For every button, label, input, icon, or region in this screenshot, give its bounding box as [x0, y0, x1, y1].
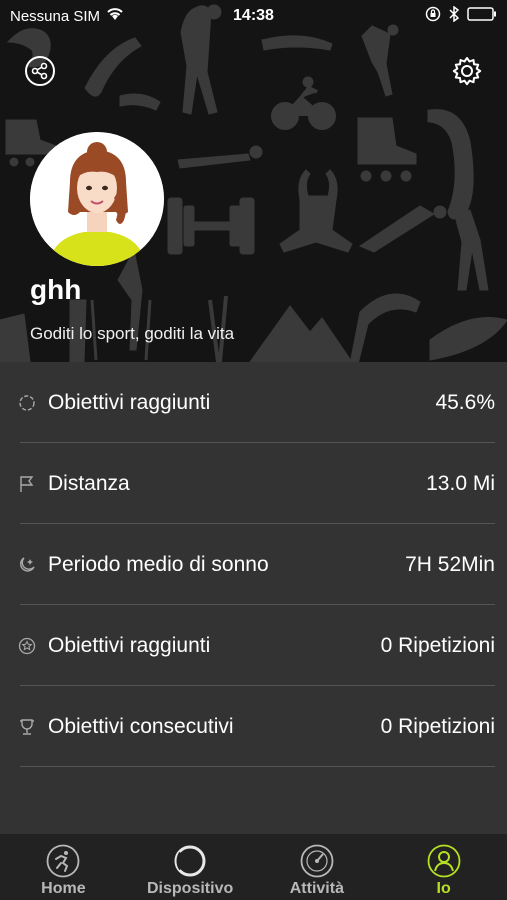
- stat-row-goals-reached[interactable]: Obiettivi raggiunti 45.6%: [0, 362, 507, 443]
- battery-icon: [467, 7, 497, 25]
- runner-icon: [46, 844, 80, 878]
- tab-label: Attività: [289, 880, 344, 897]
- tab-label: Home: [41, 880, 86, 897]
- tab-me[interactable]: Io: [380, 834, 507, 900]
- trophy-icon: [18, 718, 36, 736]
- stat-label: Distanza: [48, 471, 130, 495]
- status-left: Nessuna SIM: [10, 7, 124, 25]
- stat-row-goals-repetitions[interactable]: Obiettivi raggiunti 0 Ripetizioni: [0, 605, 507, 686]
- profile-header: Nessuna SIM 14:38 ghh Goditi lo sport, g…: [0, 0, 507, 362]
- tab-device[interactable]: Dispositivo: [127, 834, 254, 900]
- star-icon: [18, 637, 36, 655]
- flag-icon: [18, 475, 36, 493]
- stat-value: 7H 52Min: [405, 552, 495, 576]
- share-icon: [24, 55, 56, 92]
- settings-button[interactable]: [450, 56, 484, 90]
- carrier-label: Nessuna SIM: [10, 7, 101, 25]
- avatar-illustration: [30, 132, 164, 266]
- stat-label: Periodo medio di sonno: [48, 552, 269, 576]
- user-icon: [427, 844, 461, 878]
- stat-value: 13.0 Mi: [426, 471, 495, 495]
- stat-value: 45.6%: [435, 390, 495, 414]
- speedometer-icon: [300, 844, 334, 878]
- avatar[interactable]: [30, 132, 164, 266]
- tab-label: Io: [436, 880, 451, 897]
- bluetooth-icon: [449, 5, 460, 26]
- stat-value: 0 Ripetizioni: [380, 633, 495, 657]
- status-right: [425, 5, 497, 26]
- tab-home[interactable]: Home: [0, 834, 127, 900]
- moon-icon: [18, 556, 36, 574]
- orientation-lock-icon: [425, 6, 441, 26]
- username: ghh: [30, 274, 82, 305]
- profile-motto: Goditi lo sport, goditi la vita: [30, 324, 235, 343]
- device-ring-icon: [173, 844, 207, 878]
- share-button[interactable]: [23, 55, 57, 92]
- wifi-icon: [106, 7, 124, 25]
- stat-label: Obiettivi raggiunti: [48, 633, 211, 657]
- stat-value: 0 Ripetizioni: [380, 714, 495, 738]
- status-bar: Nessuna SIM 14:38: [0, 0, 507, 32]
- target-icon: [18, 394, 36, 412]
- stat-row-consecutive-goals[interactable]: Obiettivi consecutivi 0 Ripetizioni: [0, 686, 507, 767]
- gear-icon: [451, 55, 483, 92]
- tab-label: Dispositivo: [147, 880, 234, 897]
- tab-bar: Home Dispositivo Attività Io: [0, 834, 507, 900]
- stat-label: Obiettivi consecutivi: [48, 714, 234, 738]
- divider: [20, 766, 495, 767]
- stats-list: Obiettivi raggiunti 45.6% Distanza 13.0 …: [0, 362, 507, 834]
- stat-label: Obiettivi raggiunti: [48, 390, 211, 414]
- stat-row-distance[interactable]: Distanza 13.0 Mi: [0, 443, 507, 524]
- tab-activity[interactable]: Attività: [254, 834, 381, 900]
- stat-row-sleep[interactable]: Periodo medio di sonno 7H 52Min: [0, 524, 507, 605]
